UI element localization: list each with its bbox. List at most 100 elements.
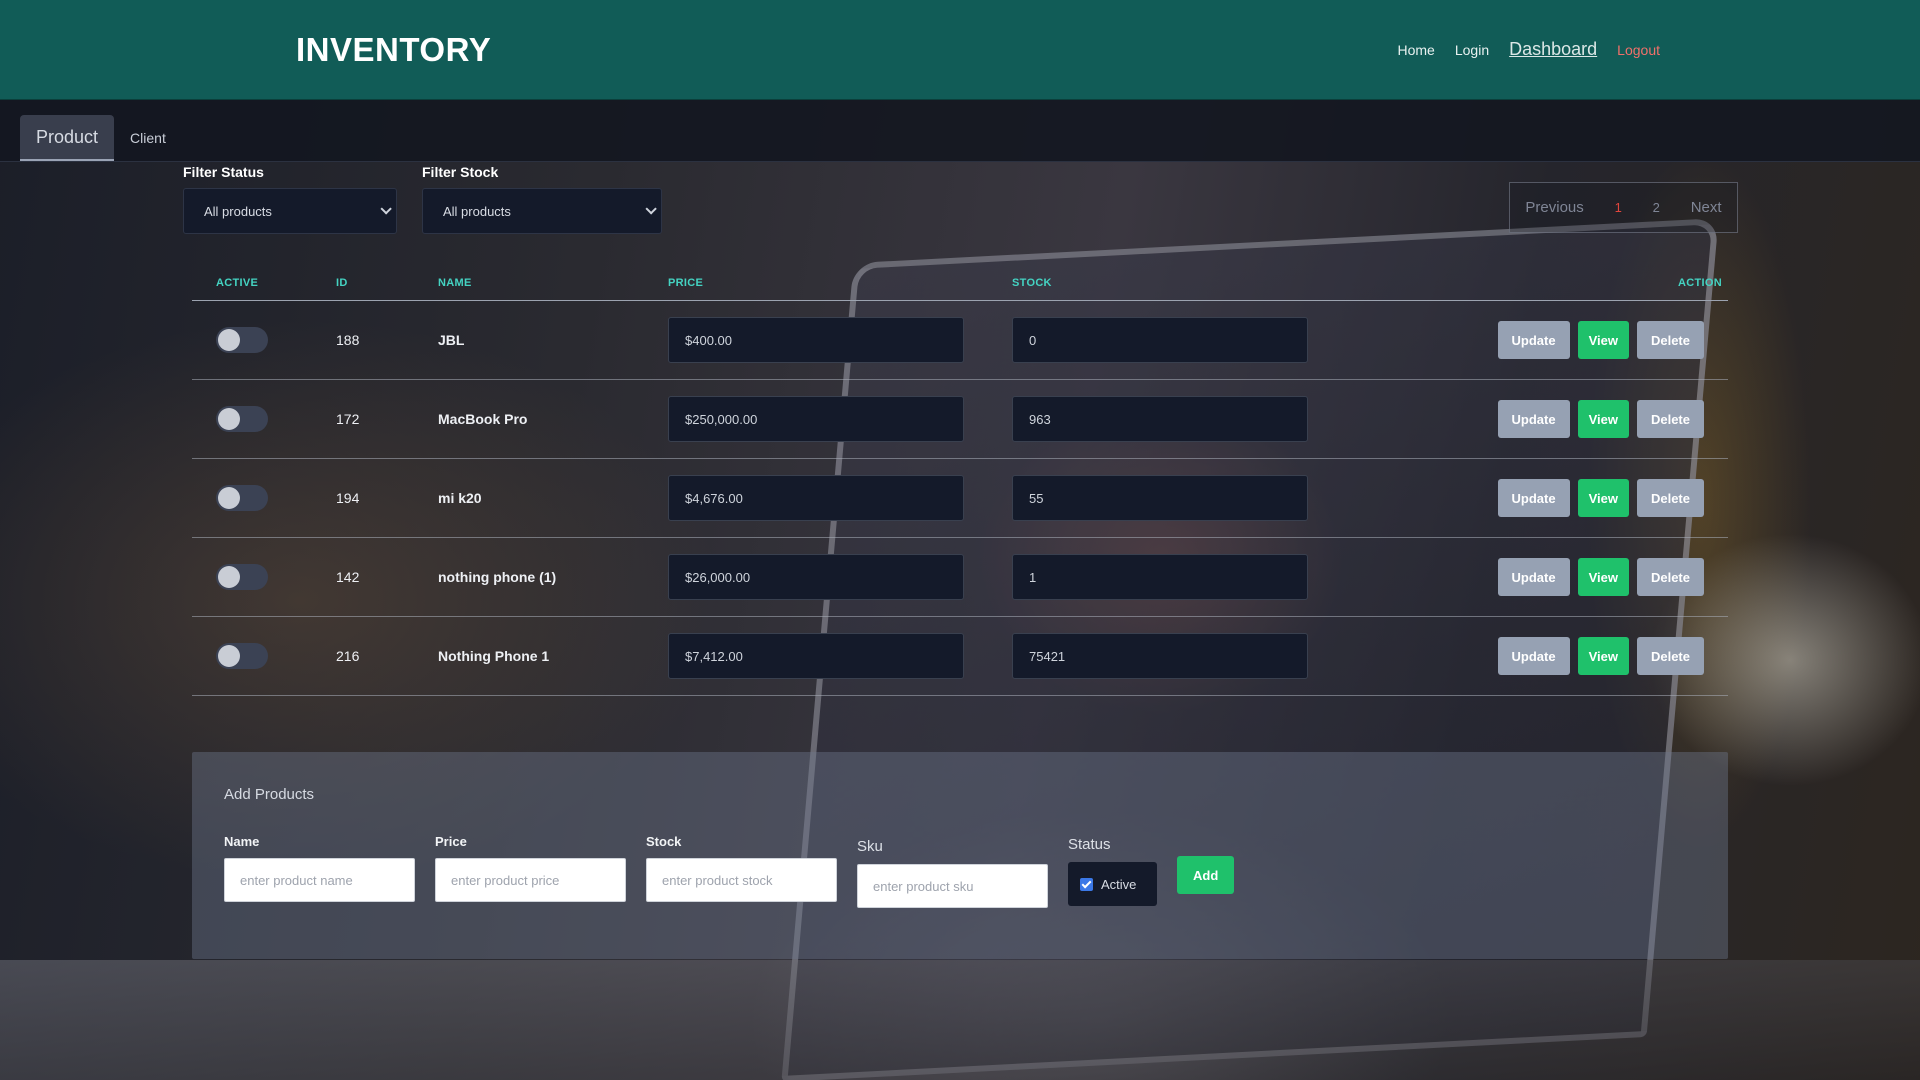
active-toggle[interactable] bbox=[216, 406, 268, 432]
update-button[interactable]: Update bbox=[1497, 321, 1570, 359]
price-input[interactable]: $400.00 bbox=[668, 317, 964, 363]
table-row: 142 nothing phone (1) $26,000.00 1 Updat… bbox=[192, 538, 1728, 617]
filter-status: Filter Status All products bbox=[183, 164, 397, 234]
add-product-button[interactable]: Add bbox=[1177, 856, 1235, 894]
chevron-down-icon bbox=[645, 203, 657, 215]
header-active: ACTIVE bbox=[216, 276, 259, 289]
filter-status-label: Filter Status bbox=[183, 164, 264, 180]
update-button[interactable]: Update bbox=[1497, 558, 1570, 596]
nav-home-link[interactable]: Home bbox=[1397, 42, 1434, 58]
row-name: JBL bbox=[438, 332, 465, 348]
active-toggle[interactable] bbox=[216, 643, 268, 669]
header-id: ID bbox=[336, 276, 348, 289]
nav-dashboard-link[interactable]: Dashboard bbox=[1509, 39, 1597, 60]
header-action: ACTION bbox=[1678, 276, 1722, 289]
chevron-down-icon bbox=[380, 203, 392, 215]
status-active-control[interactable]: Active bbox=[1068, 862, 1157, 906]
filter-stock-label: Filter Stock bbox=[422, 164, 499, 180]
table-header: ACTIVE ID NAME PRICE STOCK ACTION bbox=[192, 265, 1728, 301]
filters: Filter Status All products Filter Stock … bbox=[183, 164, 662, 234]
price-label: Price bbox=[435, 834, 467, 849]
view-button[interactable]: View bbox=[1577, 321, 1629, 359]
update-button[interactable]: Update bbox=[1497, 400, 1570, 438]
table-row: 194 mi k20 $4,676.00 55 Update View Dele… bbox=[192, 459, 1728, 538]
delete-button[interactable]: Delete bbox=[1636, 321, 1704, 359]
nav-logout-link[interactable]: Logout bbox=[1617, 42, 1660, 58]
stock-input[interactable]: 75421 bbox=[1012, 633, 1308, 679]
pagination: Previous 1 2 Next bbox=[1509, 182, 1738, 233]
delete-button[interactable]: Delete bbox=[1636, 479, 1704, 517]
product-price-input[interactable]: enter product price bbox=[435, 858, 626, 902]
row-id: 188 bbox=[336, 332, 360, 348]
delete-button[interactable]: Delete bbox=[1636, 558, 1704, 596]
stock-input[interactable]: 55 bbox=[1012, 475, 1308, 521]
sku-field: Sku enter product sku bbox=[857, 838, 1048, 908]
brand-title: INVENTORY bbox=[296, 30, 492, 68]
tab-client[interactable]: Client bbox=[114, 115, 182, 161]
active-toggle[interactable] bbox=[216, 327, 268, 353]
pagination-page-2[interactable]: 2 bbox=[1653, 200, 1660, 215]
stock-label: Stock bbox=[646, 834, 682, 849]
table-row: 216 Nothing Phone 1 $7,412.00 75421 Upda… bbox=[192, 617, 1728, 696]
products-table: ACTIVE ID NAME PRICE STOCK ACTION 188 JB… bbox=[192, 265, 1728, 696]
pagination-page-1[interactable]: 1 bbox=[1615, 200, 1622, 215]
pagination-next[interactable]: Next bbox=[1691, 199, 1722, 216]
view-button[interactable]: View bbox=[1577, 400, 1629, 438]
add-products-title: Add Products bbox=[224, 786, 315, 803]
pagination-previous[interactable]: Previous bbox=[1525, 199, 1583, 216]
active-toggle[interactable] bbox=[216, 485, 268, 511]
name-field: Name enter product name bbox=[224, 834, 415, 902]
status-label: Status bbox=[1068, 836, 1111, 853]
stock-input[interactable]: 1 bbox=[1012, 554, 1308, 600]
add-products-panel: Add Products Name enter product name Pri… bbox=[192, 752, 1728, 959]
stock-input[interactable]: 963 bbox=[1012, 396, 1308, 442]
top-header: INVENTORY Home Login Dashboard Logout bbox=[0, 0, 1920, 100]
delete-button[interactable]: Delete bbox=[1636, 637, 1704, 675]
stock-field: Stock enter product stock bbox=[646, 834, 837, 902]
sku-label: Sku bbox=[857, 838, 883, 855]
product-name-input[interactable]: enter product name bbox=[224, 858, 415, 902]
price-input[interactable]: $250,000.00 bbox=[668, 396, 964, 442]
product-sku-input[interactable]: enter product sku bbox=[857, 864, 1048, 908]
background-desk bbox=[0, 960, 1920, 1080]
product-stock-input[interactable]: enter product stock bbox=[646, 858, 837, 902]
row-name: mi k20 bbox=[438, 490, 482, 506]
row-id: 194 bbox=[336, 490, 360, 506]
header-stock: STOCK bbox=[1012, 276, 1052, 289]
table-row: 188 JBL $400.00 0 Update View Delete bbox=[192, 301, 1728, 380]
row-name: Nothing Phone 1 bbox=[438, 648, 550, 664]
view-button[interactable]: View bbox=[1577, 479, 1629, 517]
update-button[interactable]: Update bbox=[1497, 637, 1570, 675]
header-name: NAME bbox=[438, 276, 472, 289]
filter-stock-select[interactable]: All products bbox=[422, 188, 662, 234]
status-field: Status Active bbox=[1068, 836, 1157, 906]
view-button[interactable]: View bbox=[1577, 558, 1629, 596]
row-name: nothing phone (1) bbox=[438, 569, 557, 585]
row-id: 172 bbox=[336, 411, 360, 427]
view-button[interactable]: View bbox=[1577, 637, 1629, 675]
filter-status-value: All products bbox=[204, 203, 272, 219]
row-id: 216 bbox=[336, 648, 360, 664]
price-input[interactable]: $26,000.00 bbox=[668, 554, 964, 600]
stock-input[interactable]: 0 bbox=[1012, 317, 1308, 363]
active-checkbox[interactable] bbox=[1080, 877, 1093, 891]
tab-product[interactable]: Product bbox=[20, 115, 115, 161]
update-button[interactable]: Update bbox=[1497, 479, 1570, 517]
main-nav: Home Login Dashboard Logout bbox=[1397, 39, 1660, 60]
tab-bar: Product Client bbox=[0, 100, 1920, 162]
price-field: Price enter product price bbox=[435, 834, 626, 902]
filter-stock: Filter Stock All products bbox=[422, 164, 662, 234]
filter-status-select[interactable]: All products bbox=[183, 188, 397, 234]
price-input[interactable]: $7,412.00 bbox=[668, 633, 964, 679]
name-label: Name bbox=[224, 834, 260, 849]
price-input[interactable]: $4,676.00 bbox=[668, 475, 964, 521]
table-row: 172 MacBook Pro $250,000.00 963 Update V… bbox=[192, 380, 1728, 459]
delete-button[interactable]: Delete bbox=[1636, 400, 1704, 438]
header-price: PRICE bbox=[668, 276, 704, 289]
active-toggle[interactable] bbox=[216, 564, 268, 590]
nav-login-link[interactable]: Login bbox=[1455, 42, 1489, 58]
row-name: MacBook Pro bbox=[438, 411, 528, 427]
active-checkbox-label: Active bbox=[1101, 876, 1137, 892]
filter-stock-value: All products bbox=[443, 203, 511, 219]
app-root: INVENTORY Home Login Dashboard Logout Pr… bbox=[0, 0, 1920, 162]
